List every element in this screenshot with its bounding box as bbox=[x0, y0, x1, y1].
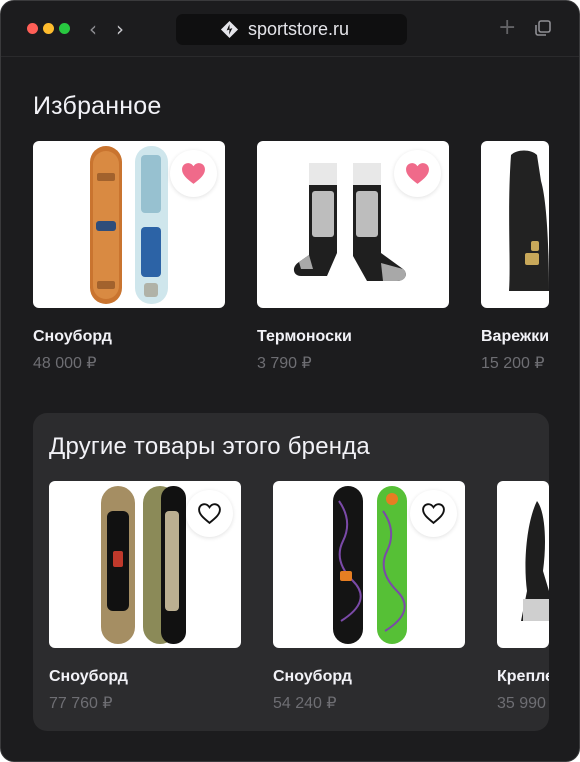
product-image[interactable] bbox=[497, 481, 549, 648]
heart-filled-icon bbox=[182, 163, 205, 184]
product-price: 35 990 ₽ bbox=[497, 695, 549, 712]
favorites-title: Избранное bbox=[33, 92, 162, 120]
product-price: 48 000 ₽ bbox=[33, 355, 97, 372]
product-price: 77 760 ₽ bbox=[49, 695, 113, 712]
browser-toolbar: ‹ › sportstore.ru + bbox=[1, 1, 579, 57]
product-card[interactable]: Варежки 15 200 ₽ bbox=[481, 141, 579, 372]
new-tab-button[interactable]: + bbox=[498, 17, 516, 39]
url-text: sportstore.ru bbox=[248, 19, 350, 39]
product-price: 54 240 ₽ bbox=[273, 695, 337, 712]
tab-overview-icon[interactable] bbox=[534, 19, 552, 37]
favorite-toggle[interactable] bbox=[410, 490, 457, 537]
mittens-image bbox=[509, 150, 549, 291]
heart-outline-icon bbox=[422, 503, 445, 525]
product-name[interactable]: Сноуборд bbox=[33, 327, 112, 347]
address-bar[interactable]: sportstore.ru bbox=[176, 14, 407, 45]
product-name[interactable]: Термоноски bbox=[257, 327, 352, 347]
product-price: 3 790 ₽ bbox=[257, 355, 312, 372]
minimize-window-button[interactable] bbox=[43, 23, 54, 34]
product-card[interactable]: Крепления 35 990 ₽ bbox=[497, 481, 549, 712]
product-name[interactable]: Сноуборд bbox=[49, 667, 128, 687]
close-window-button[interactable] bbox=[27, 23, 38, 34]
site-logo-icon bbox=[220, 20, 239, 39]
brand-products-panel: Другие товары этого бренда Сноуборд 77 7… bbox=[33, 413, 549, 731]
back-button[interactable]: ‹ bbox=[81, 16, 105, 42]
product-image[interactable] bbox=[481, 141, 549, 308]
product-price: 15 200 ₽ bbox=[481, 355, 545, 372]
favorite-toggle[interactable] bbox=[170, 150, 217, 197]
zoom-window-button[interactable] bbox=[59, 23, 70, 34]
favorite-toggle[interactable] bbox=[186, 490, 233, 537]
product-image[interactable] bbox=[273, 481, 465, 648]
favorite-toggle[interactable] bbox=[394, 150, 441, 197]
bindings-image bbox=[521, 501, 549, 621]
product-name[interactable]: Крепления bbox=[497, 667, 549, 687]
product-image[interactable] bbox=[257, 141, 449, 308]
forward-button[interactable]: › bbox=[108, 16, 132, 42]
product-card[interactable]: Сноуборд 48 000 ₽ bbox=[33, 141, 225, 372]
heart-outline-icon bbox=[198, 503, 221, 525]
product-name[interactable]: Варежки bbox=[481, 327, 549, 347]
product-image[interactable] bbox=[33, 141, 225, 308]
brand-section-title: Другие товары этого бренда bbox=[49, 433, 370, 460]
product-card[interactable]: Термоноски 3 790 ₽ bbox=[257, 141, 449, 372]
product-card[interactable]: Сноуборд 54 240 ₽ bbox=[273, 481, 465, 712]
product-name[interactable]: Сноуборд bbox=[273, 667, 352, 687]
product-image[interactable] bbox=[49, 481, 241, 648]
product-card[interactable]: Сноуборд 77 760 ₽ bbox=[49, 481, 241, 712]
heart-filled-icon bbox=[406, 163, 429, 184]
browser-window: ‹ › sportstore.ru + Избранное Сноуборд 4… bbox=[0, 0, 580, 762]
